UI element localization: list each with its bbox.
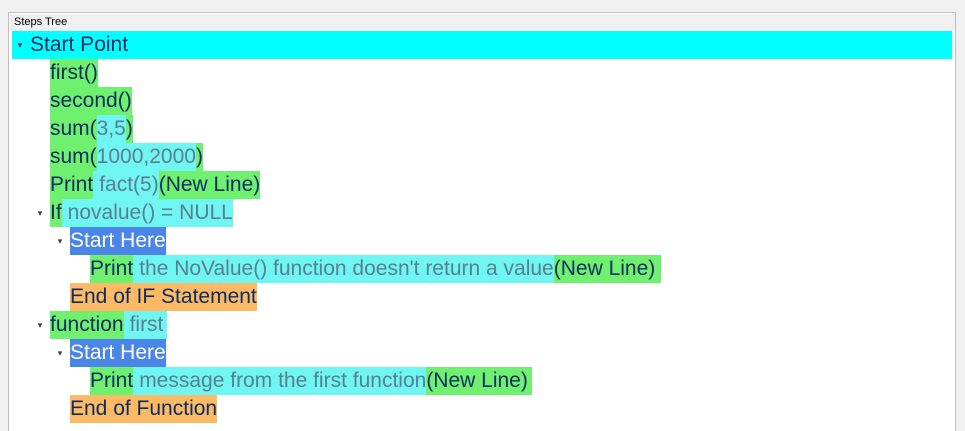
steps-tree-panel: Steps Tree ▾ Start Point first() second(… bbox=[8, 12, 956, 431]
end-block-label: End of Function bbox=[70, 395, 218, 423]
step-newline-flag: (New Line) bbox=[158, 171, 261, 199]
step-keyword: If bbox=[50, 199, 62, 227]
step-keyword-close: ) bbox=[195, 143, 203, 171]
step-argument: message from the first function bbox=[133, 367, 427, 395]
start-here-label: Start Here bbox=[70, 227, 166, 255]
tree-node-function-first[interactable]: ▾ function first bbox=[12, 311, 952, 339]
collapse-arrow-icon[interactable]: ▾ bbox=[13, 31, 27, 59]
step-condition: novalue() = NULL bbox=[61, 199, 233, 227]
tree-node-print-fact[interactable]: Print fact(5) (New Line) bbox=[12, 171, 952, 199]
step-newline-flag: (New Line) bbox=[553, 255, 662, 283]
step-keyword: second() bbox=[50, 87, 132, 115]
step-argument: 3,5 bbox=[96, 115, 126, 143]
steps-tree[interactable]: ▾ Start Point first() second() sum(3,5) … bbox=[12, 31, 952, 431]
tree-node-second-call[interactable]: second() bbox=[12, 87, 952, 115]
tree-node-start-point[interactable]: ▾ Start Point bbox=[12, 31, 952, 59]
step-keyword: Print bbox=[90, 255, 134, 283]
tree-node-if-novalue[interactable]: ▾ If novalue() = NULL bbox=[12, 199, 952, 227]
step-keyword: sum( bbox=[50, 143, 97, 171]
step-newline-flag: (New Line) bbox=[426, 367, 532, 395]
step-keyword: sum( bbox=[50, 115, 97, 143]
tree-node-function-start[interactable]: ▾ Start Here bbox=[12, 339, 952, 367]
tree-node-label: Start Point bbox=[30, 33, 129, 56]
step-keyword-close: ) bbox=[125, 115, 133, 143]
panel-title: Steps Tree bbox=[10, 14, 955, 31]
tree-node-first-call[interactable]: first() bbox=[12, 59, 952, 87]
tree-node-sum-large[interactable]: sum(1000,2000) bbox=[12, 143, 952, 171]
start-here-label: Start Here bbox=[70, 339, 166, 367]
collapse-arrow-icon[interactable]: ▾ bbox=[33, 311, 47, 339]
end-block-label: End of IF Statement bbox=[70, 283, 257, 311]
collapse-arrow-icon[interactable]: ▾ bbox=[53, 227, 67, 255]
tree-node-print-message[interactable]: Print message from the first function (Ne… bbox=[12, 367, 952, 395]
step-keyword: Print bbox=[90, 367, 134, 395]
function-name: first bbox=[123, 311, 168, 339]
tree-node-sum-small[interactable]: sum(3,5) bbox=[12, 115, 952, 143]
collapse-arrow-icon[interactable]: ▾ bbox=[53, 339, 67, 367]
step-keyword: first() bbox=[50, 59, 98, 87]
collapse-arrow-icon[interactable]: ▾ bbox=[33, 199, 47, 227]
tree-node-function-end[interactable]: End of Function bbox=[12, 395, 952, 423]
tree-node-if-start[interactable]: ▾ Start Here bbox=[12, 227, 952, 255]
step-keyword: function bbox=[50, 311, 124, 339]
step-argument: 1000,2000 bbox=[96, 143, 196, 171]
tree-node-print-novalue[interactable]: Print the NoValue() function doesn't retu… bbox=[12, 255, 952, 283]
step-keyword: Print bbox=[50, 171, 94, 199]
step-argument: fact(5) bbox=[93, 171, 159, 199]
step-argument: the NoValue() function doesn't return a … bbox=[133, 255, 554, 283]
tree-node-if-end[interactable]: End of IF Statement bbox=[12, 283, 952, 311]
